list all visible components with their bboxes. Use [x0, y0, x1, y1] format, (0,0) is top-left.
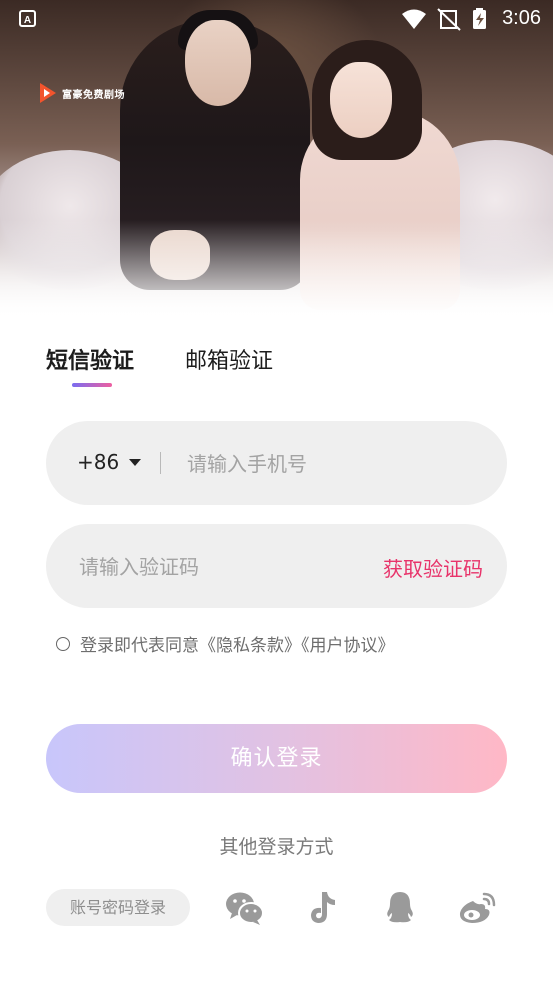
agreement-text: 登录即代表同意: [80, 636, 199, 656]
qq-icon[interactable]: [380, 889, 420, 927]
account-password-login-button[interactable]: 账号密码登录: [46, 889, 190, 926]
status-bar: A 3:06: [0, 0, 553, 38]
agreement-checkbox[interactable]: [56, 636, 70, 651]
confirm-login-button[interactable]: 确认登录: [46, 724, 507, 793]
login-tabs: 短信验证 邮箱验证: [46, 343, 466, 393]
country-code-select[interactable]: +86: [77, 450, 142, 474]
app-notification-icon: A: [19, 10, 36, 27]
wifi-icon: [402, 9, 426, 29]
other-login-title: 其他登录方式: [219, 836, 334, 858]
agreement-row: 登录即代表同意《隐私条款》《用户协议》: [56, 631, 395, 656]
phone-input[interactable]: [185, 421, 489, 507]
country-code-value: +86: [77, 450, 120, 474]
tab-sms-verification[interactable]: 短信验证: [46, 343, 134, 375]
brand-logo: 富豪免费剧场: [38, 82, 125, 104]
tab-email-verification[interactable]: 邮箱验证: [185, 343, 273, 375]
tiktok-icon[interactable]: [303, 889, 343, 927]
active-tab-indicator: [72, 383, 112, 387]
battery-charging-icon: [473, 8, 486, 29]
weibo-icon[interactable]: [457, 889, 497, 927]
clock: 3:06: [502, 7, 541, 29]
get-code-button[interactable]: 获取验证码: [383, 553, 483, 582]
banner-image: 富豪免费剧场: [0, 0, 553, 320]
divider: [160, 452, 161, 474]
play-logo-icon: [38, 82, 58, 104]
user-agreement-link[interactable]: 《用户协议》: [301, 636, 395, 656]
no-signal-icon: [437, 8, 461, 31]
brand-name: 富豪免费剧场: [62, 89, 125, 101]
phone-field: +86: [46, 421, 507, 507]
wechat-icon[interactable]: [224, 889, 264, 927]
privacy-policy-link[interactable]: 《隐私条款》: [199, 636, 301, 656]
caret-down-icon: [129, 458, 142, 466]
verification-code-input[interactable]: [77, 524, 381, 610]
verification-code-field: 获取验证码: [46, 524, 507, 610]
